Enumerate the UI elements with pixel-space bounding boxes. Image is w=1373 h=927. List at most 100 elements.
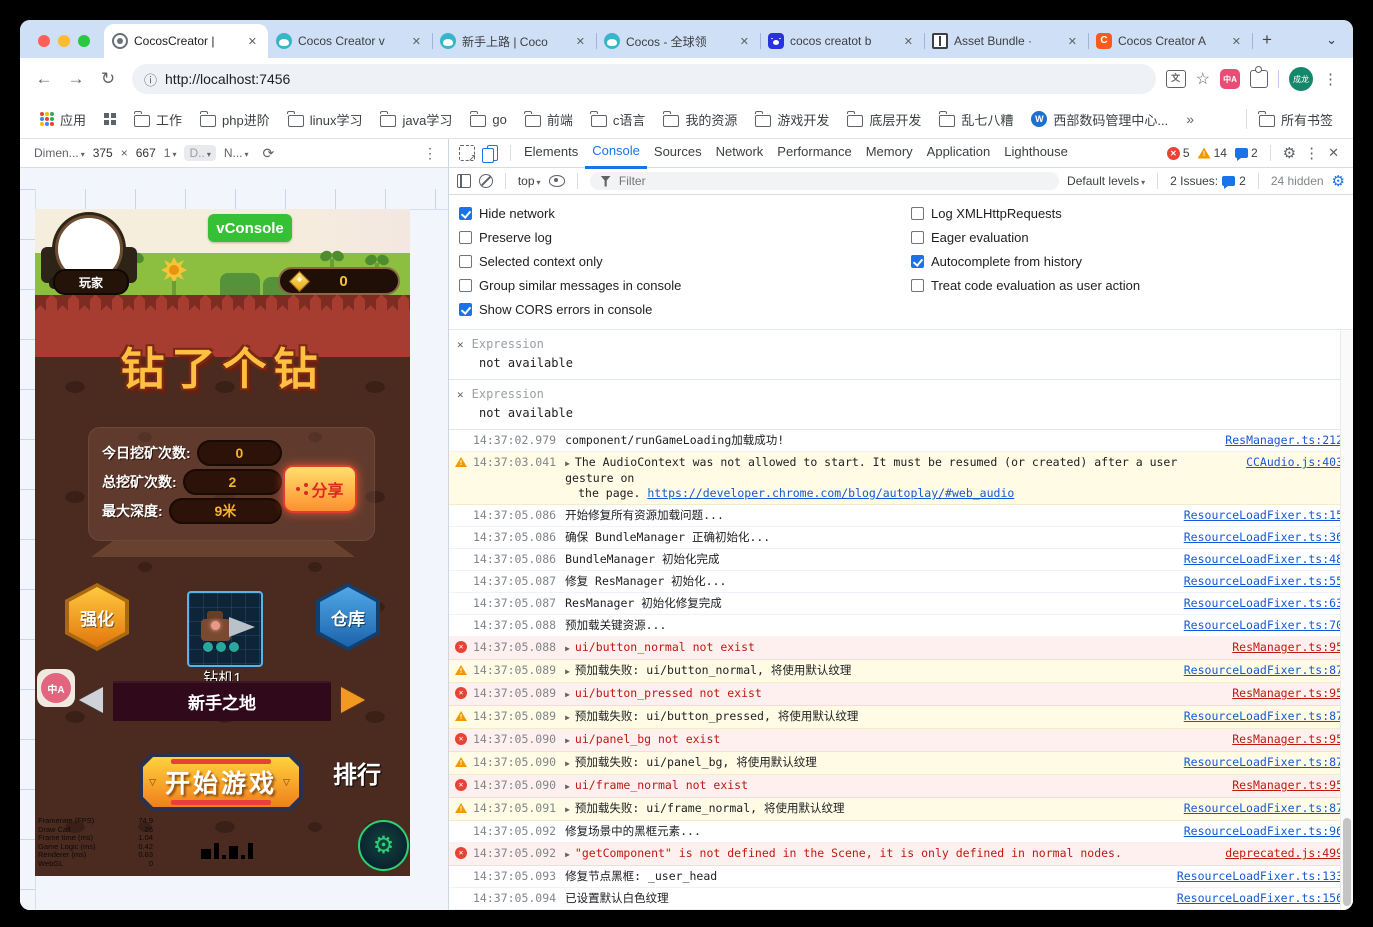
bookmarks-overflow-icon[interactable]: » — [1180, 111, 1200, 127]
console-log-row[interactable]: 14:37:05.093 修复节点黑框: _user_head ResourceLo… — [449, 866, 1353, 888]
remove-expression-icon[interactable]: ✕ — [457, 388, 464, 401]
checkbox-checked-icon[interactable] — [459, 302, 472, 316]
bookmark-item[interactable]: 前端 — [517, 106, 581, 133]
expand-arrow-icon[interactable]: ▶ — [565, 850, 570, 859]
browser-tab[interactable]: Asset Bundle · ✕ — [924, 24, 1089, 58]
tab-close-icon[interactable]: ✕ — [245, 34, 260, 49]
console-log-row[interactable]: ✕ 14:37:05.092 ▶ "getComponent" is not defi… — [449, 843, 1353, 866]
all-bookmarks[interactable]: 所有书签 — [1242, 106, 1341, 133]
live-expression-eye-icon[interactable] — [548, 175, 566, 187]
share-button[interactable]: 分享 — [283, 465, 357, 513]
browser-tab[interactable]: Cocos Creator v ✕ — [268, 24, 433, 58]
log-source-link[interactable]: CCAudio.js:403 — [1246, 455, 1343, 470]
live-expression[interactable]: ✕ Expression not available — [449, 380, 1353, 430]
console-log-row[interactable]: ✕ 14:37:05.090 ▶ ui/panel_bg not exist ResMa… — [449, 729, 1353, 752]
level-prev-arrow[interactable] — [79, 687, 103, 713]
log-source-link[interactable]: ResourceLoadFixer.ts:87 — [1184, 801, 1343, 816]
devtools-tab-console[interactable]: Console — [585, 138, 647, 169]
console-setting[interactable]: Preserve log — [449, 225, 901, 249]
level-next-arrow[interactable] — [341, 687, 365, 713]
bookmark-item[interactable]: 我的资源 — [655, 106, 745, 133]
console-log-row[interactable]: 14:37:05.088 预加载关键资源... ResourceLoadFixer.… — [449, 615, 1353, 637]
log-source-link[interactable]: ResManager.ts:95 — [1232, 778, 1343, 793]
tab-search-button[interactable]: ⌄ — [1326, 32, 1353, 58]
log-source-link[interactable]: ResourceLoadFixer.ts:36 — [1184, 530, 1343, 545]
rotate-device-icon[interactable]: ⟳ — [263, 145, 275, 162]
translate-fab[interactable]: 中A — [37, 669, 75, 707]
console-sidebar-icon[interactable] — [457, 174, 471, 188]
dimensions-select[interactable]: Dimen... ▾ — [34, 146, 85, 160]
bookmark-item[interactable]: 游戏开发 — [747, 106, 837, 133]
bookmark-item[interactable]: 应用 — [32, 106, 94, 133]
bookmark-item[interactable]: 乱七八糟 — [931, 106, 1021, 133]
log-url-link[interactable]: https://developer.chrome.com/blog/autopl… — [647, 486, 1014, 500]
checkbox-checked-icon[interactable] — [459, 206, 472, 220]
new-tab-button[interactable]: + — [1252, 30, 1282, 58]
zoom-select[interactable]: 1 ▾ — [164, 146, 177, 160]
checkbox-icon[interactable] — [911, 230, 924, 244]
log-source-link[interactable]: ResourceLoadFixer.ts:87 — [1184, 663, 1343, 678]
remove-expression-icon[interactable]: ✕ — [457, 338, 464, 351]
console-log-row[interactable]: ✕ 14:37:05.090 ▶ ui/frame_normal not exist R… — [449, 775, 1353, 798]
console-log-row[interactable]: ! 14:37:05.091 ▶ 预加载失败: ui/frame_normal, 将使… — [449, 798, 1353, 821]
tab-close-icon[interactable]: ✕ — [409, 34, 424, 49]
reload-button[interactable]: ↻ — [94, 65, 122, 93]
checkbox-icon[interactable] — [911, 206, 924, 220]
clear-console-icon[interactable] — [478, 174, 493, 188]
console-log-row[interactable]: 14:37:05.086 开始修复所有资源加载问题... ResourceLoadF… — [449, 505, 1353, 527]
error-count-badge[interactable]: ✕ 5 — [1166, 146, 1190, 160]
bookmark-item[interactable]: 底层开发 — [839, 106, 929, 133]
console-log-row[interactable]: 14:37:05.086 确保 BundleManager 正确初始化... Res… — [449, 527, 1353, 549]
bookmark-item[interactable]: php进阶 — [192, 106, 278, 133]
tab-close-icon[interactable]: ✕ — [1229, 34, 1244, 49]
console-setting[interactable]: Autocomplete from history — [901, 249, 1353, 273]
log-source-link[interactable]: ResManager.ts:95 — [1232, 732, 1343, 747]
tab-close-icon[interactable]: ✕ — [901, 34, 916, 49]
tab-close-icon[interactable]: ✕ — [1065, 34, 1080, 49]
bookmark-item[interactable]: c语言 — [583, 106, 654, 133]
console-setting[interactable]: Show CORS errors in console — [449, 297, 901, 321]
devtools-settings-gear-icon[interactable]: ⚙ — [1283, 144, 1296, 162]
console-settings-gear-icon[interactable]: ⚙ — [1332, 172, 1345, 190]
log-source-link[interactable]: ResManager.ts:212 — [1225, 433, 1343, 448]
bookmark-item[interactable]: go — [462, 108, 514, 131]
devtools-tab-application[interactable]: Application — [920, 138, 998, 166]
expand-arrow-icon[interactable]: ▶ — [565, 736, 570, 745]
log-source-link[interactable]: ResourceLoadFixer.ts:133 — [1177, 869, 1343, 884]
expand-arrow-icon[interactable]: ▶ — [565, 644, 570, 653]
expand-arrow-icon[interactable]: ▶ — [565, 459, 570, 468]
console-setting[interactable]: Treat code evaluation as user action — [901, 273, 1353, 297]
filter-input[interactable] — [616, 173, 1050, 189]
device-toolbar-toggle-icon[interactable] — [482, 145, 498, 163]
devtools-tab-performance[interactable]: Performance — [770, 138, 858, 166]
log-source-link[interactable]: ResourceLoadFixer.ts:156 — [1177, 891, 1343, 906]
log-levels-select[interactable]: Default levels ▾ — [1067, 174, 1145, 188]
log-source-link[interactable]: deprecated.js:499 — [1225, 846, 1343, 861]
issues-link[interactable]: 2 Issues: 2 — [1170, 174, 1246, 189]
checkbox-icon[interactable] — [911, 278, 924, 292]
device-toolbar-menu-icon[interactable]: ⋮ — [423, 145, 438, 162]
tab-close-icon[interactable]: ✕ — [573, 34, 588, 49]
drill-machine-button[interactable] — [187, 591, 263, 667]
browser-tab[interactable]: 新手上路 | Coco ✕ — [432, 24, 597, 58]
bookmark-item[interactable]: 工作 — [126, 106, 190, 133]
console-log-row[interactable]: ! 14:37:03.041 ▶ The AudioContext was not a… — [449, 452, 1353, 505]
expand-arrow-icon[interactable]: ▶ — [565, 759, 570, 768]
browser-menu-icon[interactable]: ⋮ — [1323, 70, 1339, 88]
dpr-select[interactable]: D.. ▾ — [184, 145, 216, 161]
console-setting[interactable]: Selected context only — [449, 249, 901, 273]
start-game-button[interactable]: ▽ 开始游戏 ▽ — [139, 753, 303, 811]
console-setting[interactable]: Hide network — [449, 201, 901, 225]
site-info-icon[interactable]: ⓘ — [144, 70, 157, 89]
live-expression[interactable]: ✕ Expression not available — [449, 330, 1353, 380]
expand-arrow-icon[interactable]: ▶ — [565, 713, 570, 722]
scrollbar-thumb[interactable] — [1343, 818, 1351, 906]
log-source-link[interactable]: ResourceLoadFixer.ts:87 — [1184, 755, 1343, 770]
log-source-link[interactable]: ResManager.ts:95 — [1232, 686, 1343, 701]
browser-tab[interactable]: C Cocos Creator A ✕ — [1088, 24, 1253, 58]
log-source-link[interactable]: ResourceLoadFixer.ts:15 — [1184, 508, 1343, 523]
console-log-row[interactable]: 14:37:05.092 修复场景中的黑框元素... ResourceLoadFix… — [449, 821, 1353, 843]
expand-arrow-icon[interactable]: ▶ — [565, 690, 570, 699]
browser-tab[interactable]: Cocos - 全球领 ✕ — [596, 24, 761, 58]
checkbox-icon[interactable] — [459, 254, 472, 268]
